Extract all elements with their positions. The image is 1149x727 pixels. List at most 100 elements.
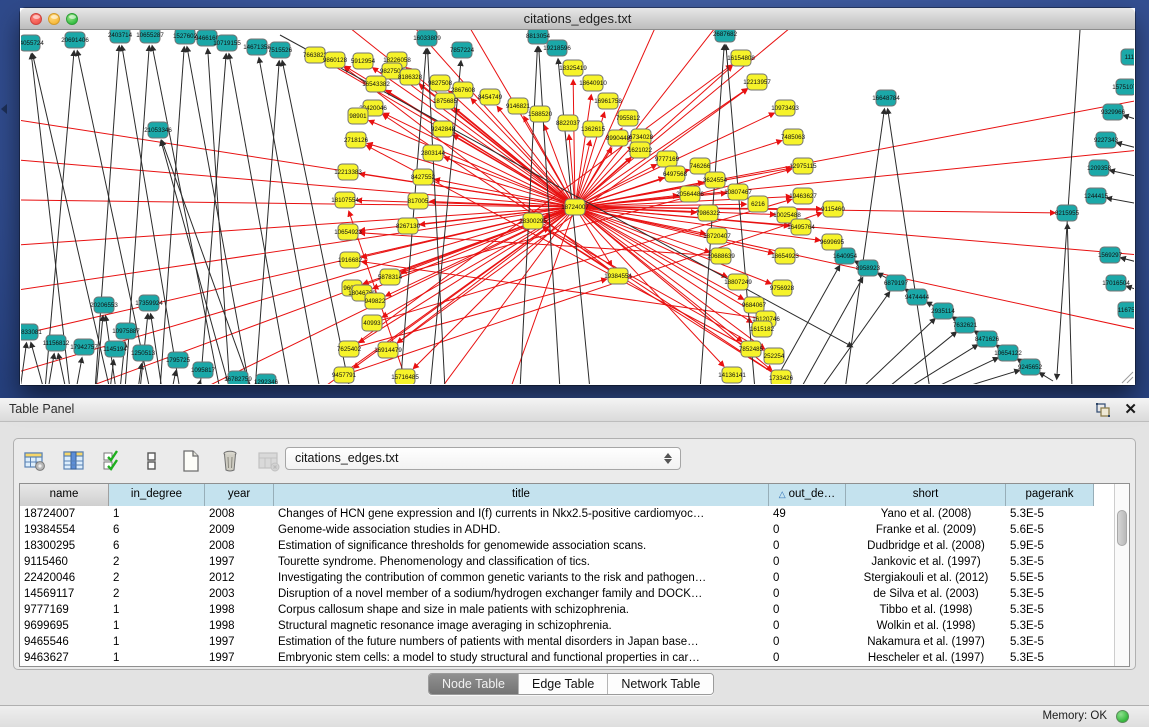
graph-node[interactable]: 1362615 xyxy=(581,121,606,137)
graph-node[interactable]: 6216 xyxy=(748,196,768,212)
table-cell-title[interactable]: Embryonic stem cells: a model to study s… xyxy=(274,651,769,667)
table-row[interactable]: 1872400712008Changes of HCN gene express… xyxy=(20,507,1094,523)
table-cell-pagerank[interactable]: 5.3E-5 xyxy=(1006,587,1094,603)
table-cell-out_de[interactable]: 0 xyxy=(769,523,846,539)
table-cell-name[interactable]: 9115460 xyxy=(20,555,109,571)
table-cell-title[interactable]: Disruption of a novel member of a sodium… xyxy=(274,587,769,603)
window-titlebar[interactable]: citations_edges.txt xyxy=(20,8,1135,30)
graph-node[interactable]: 19218596 xyxy=(543,40,571,56)
graph-node[interactable]: 1292346 xyxy=(254,374,279,385)
graph-node[interactable]: 8454749 xyxy=(478,89,503,105)
table-cell-short[interactable]: Tibbo et al. (1998) xyxy=(846,603,1006,619)
graph-node[interactable]: 252254 xyxy=(764,348,785,364)
table-cell-out_de[interactable]: 0 xyxy=(769,651,846,667)
graph-node[interactable]: 6497568 xyxy=(663,166,688,182)
delete-column-icon[interactable] xyxy=(217,448,243,474)
graph-node[interactable]: 8215955 xyxy=(1055,205,1080,221)
graph-node[interactable]: 16495764 xyxy=(787,219,815,235)
table-cell-short[interactable]: Nakamura et al. (1997) xyxy=(846,635,1006,651)
table-source-dropdown[interactable]: citations_edges.txt xyxy=(285,447,681,470)
table-cell-name[interactable]: 18300295 xyxy=(20,539,109,555)
graph-node[interactable]: 2935114 xyxy=(931,303,955,319)
graph-node[interactable]: 16033809 xyxy=(413,30,441,46)
graph-node[interactable]: 1145194 xyxy=(103,341,127,357)
table-row[interactable]: 977716911998Corpus callosum shape and si… xyxy=(20,603,1094,619)
table-cell-name[interactable]: 14569117 xyxy=(20,587,109,603)
graph-node[interactable]: 9115460 xyxy=(821,201,845,217)
table-cell-short[interactable]: Stergiakouli et al. (2012) xyxy=(846,571,1006,587)
table-cell-short[interactable]: Franke et al. (2009) xyxy=(846,523,1006,539)
graph-node[interactable]: 18640910 xyxy=(579,75,607,91)
table-cell-year[interactable]: 1997 xyxy=(205,555,274,571)
table-cell-name[interactable]: 19384554 xyxy=(20,523,109,539)
network-view-window[interactable]: 2405572420691406240371410655287152760294… xyxy=(20,8,1135,385)
graph-node[interactable]: 9227343 xyxy=(1094,132,1119,148)
graph-node[interactable]: 7625402 xyxy=(337,341,362,357)
graph-node[interactable]: 1916682 xyxy=(338,252,363,268)
graph-node[interactable]: 9457791 xyxy=(332,367,357,383)
graph-node[interactable]: 12975115 xyxy=(789,158,817,174)
table-cell-pagerank[interactable]: 5.3E-5 xyxy=(1006,555,1094,571)
column-header-out_de[interactable]: △out_de… xyxy=(769,484,846,506)
graph-node[interactable]: 8427552 xyxy=(411,169,436,185)
graph-node[interactable]: 20206553 xyxy=(90,297,118,313)
table-cell-title[interactable]: Corpus callosum shape and size in male p… xyxy=(274,603,769,619)
graph-node[interactable]: 16543382 xyxy=(362,76,390,92)
graph-node[interactable]: 10975887 xyxy=(112,323,140,339)
table-cell-out_de[interactable]: 0 xyxy=(769,619,846,635)
table-cell-in_degree[interactable]: 1 xyxy=(109,619,205,635)
graph-node[interactable]: 12213383 xyxy=(334,164,362,180)
table-cell-title[interactable]: Genome-wide association studies in ADHD. xyxy=(274,523,769,539)
graph-node[interactable]: 17359924 xyxy=(135,295,163,311)
table-cell-out_de[interactable]: 49 xyxy=(769,507,846,523)
graph-node[interactable]: 9777169 xyxy=(655,151,680,167)
table-cell-title[interactable]: Estimation of significance thresholds fo… xyxy=(274,539,769,555)
table-cell-name[interactable]: 9777169 xyxy=(20,603,109,619)
graph-node[interactable]: 9699695 xyxy=(820,234,845,250)
table-cell-year[interactable]: 2008 xyxy=(205,539,274,555)
column-header-year[interactable]: year xyxy=(205,484,274,506)
graph-node[interactable]: 2803144 xyxy=(421,145,446,161)
graph-node[interactable]: 40993 xyxy=(362,315,382,331)
graph-node[interactable]: 20691406 xyxy=(61,32,89,48)
graph-node[interactable]: 1615182 xyxy=(750,321,775,337)
table-cell-out_de[interactable]: 0 xyxy=(769,539,846,555)
graph-node[interactable]: 5912954 xyxy=(351,53,376,69)
graph-node[interactable]: 18325419 xyxy=(559,60,587,76)
graph-node[interactable]: 1112 xyxy=(1121,49,1135,65)
graph-node[interactable]: 1250513 xyxy=(131,345,156,361)
tab-edge-table[interactable]: Edge Table xyxy=(518,674,607,694)
table-cell-in_degree[interactable]: 1 xyxy=(109,651,205,667)
graph-node[interactable]: 949822 xyxy=(365,293,386,309)
graph-node[interactable]: 9860128 xyxy=(323,52,348,68)
table-cell-in_degree[interactable]: 2 xyxy=(109,571,205,587)
tab-network-table[interactable]: Network Table xyxy=(607,674,713,694)
table-cell-pagerank[interactable]: 5.3E-5 xyxy=(1006,619,1094,635)
create-column-icon[interactable] xyxy=(178,448,204,474)
table-row[interactable]: 911546021997Tourette syndrome. Phenomeno… xyxy=(20,555,1094,571)
table-cell-in_degree[interactable]: 1 xyxy=(109,603,205,619)
graph-node[interactable]: 1209358 xyxy=(1087,160,1112,176)
graph-node[interactable]: 19384554 xyxy=(604,268,632,284)
table-cell-pagerank[interactable]: 5.6E-5 xyxy=(1006,523,1094,539)
graph-node[interactable]: 18720407 xyxy=(703,228,731,244)
graph-node[interactable]: 8267130 xyxy=(396,218,421,234)
table-row[interactable]: 969969511998Structural magnetic resonanc… xyxy=(20,619,1094,635)
graph-node[interactable]: 18724007 xyxy=(561,199,589,215)
column-header-title[interactable]: title xyxy=(274,484,769,506)
table-row[interactable]: 1830029562008Estimation of significance … xyxy=(20,539,1094,555)
table-cell-out_de[interactable]: 0 xyxy=(769,571,846,587)
graph-node[interactable]: 7485063 xyxy=(781,129,806,145)
row-height-icon[interactable] xyxy=(139,448,165,474)
graph-node[interactable]: 1795725 xyxy=(166,352,191,368)
table-cell-title[interactable]: Changes of HCN gene expression and I(f) … xyxy=(274,507,769,523)
show-columns-icon[interactable] xyxy=(61,448,87,474)
graph-node[interactable]: 10688639 xyxy=(707,248,735,264)
graph-node[interactable]: 18300295 xyxy=(519,213,547,229)
graph-node[interactable]: 7986322 xyxy=(696,205,721,221)
table-cell-in_degree[interactable]: 6 xyxy=(109,523,205,539)
graph-node[interactable]: 18654923 xyxy=(771,248,799,264)
table-row[interactable]: 1456911722003Disruption of a novel membe… xyxy=(20,587,1094,603)
graph-node[interactable]: 17942757 xyxy=(70,339,98,355)
graph-node[interactable]: 9756928 xyxy=(770,280,795,296)
